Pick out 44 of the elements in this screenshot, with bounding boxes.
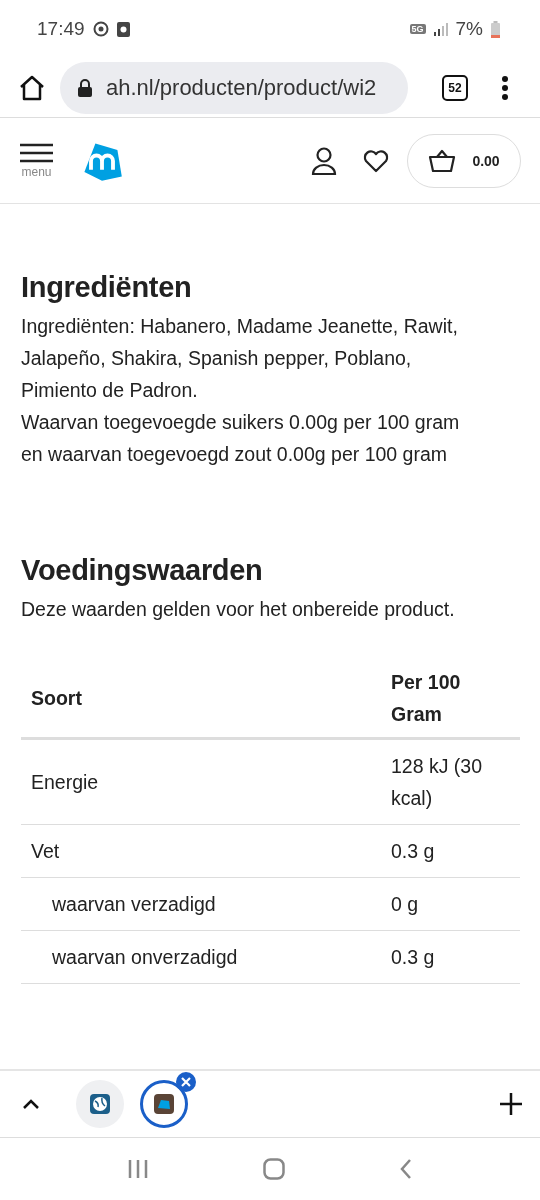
address-bar[interactable]: ah.nl/producten/product/wi2 [60,61,408,114]
globe-icon [90,1094,110,1114]
more-menu-icon[interactable] [502,75,508,100]
menu-icon [20,142,53,163]
account-icon[interactable] [311,146,337,175]
basket-icon [428,148,457,173]
column-header: Soort [31,687,82,709]
home-icon[interactable] [18,73,46,102]
new-tab-icon[interactable] [500,1093,522,1115]
favorites-icon[interactable] [363,148,389,173]
clock-time: 17:49 [37,18,85,40]
collapse-icon[interactable] [22,1098,40,1110]
intro-text: Deze waarden gelden voor het onbereide product. [21,597,456,622]
notification-icon [116,21,130,37]
ingredients-text: Waarvan toegevoegde suikers 0.00g per 100 gram en waarvan toegevoegd zout 0.00g per 100 gram [21,410,461,467]
nutrient-name: waarvan onverzadigd [52,946,238,968]
close-icon[interactable] [176,1072,196,1092]
signal-icon [433,22,448,36]
nutrient-value: 0.3 g [391,840,435,862]
home-button-icon[interactable] [263,1158,285,1180]
favicon-icon [154,1094,174,1114]
back-icon[interactable] [400,1159,413,1179]
sync-icon [92,21,109,37]
ingredients-text: Ingrediënten: Habanero, Madame Jeanette, Rawit, Jalapeño, Shakira, Spanish pepper, Poblano, Pimiento de Padron. [21,314,459,403]
nutrient-value: 128 kJ (30 kcal) [391,755,483,809]
battery-icon [491,20,500,38]
nutrient-name: Vet [31,840,60,862]
menu-button[interactable]: menu [20,142,53,179]
cart-button[interactable]: 0.00 [407,133,521,188]
url-text: ah.nl/producten/product/wi2 [106,74,377,101]
section-heading: Ingrediënten [21,271,193,304]
nutrient-value: 0 g [391,893,419,915]
tab-count-button[interactable]: 52 [442,74,468,101]
recent-apps-icon[interactable] [127,1159,148,1179]
nutrient-name: Energie [31,771,99,793]
tab-icon[interactable] [76,1080,124,1128]
column-header: Per 100 Gram [391,671,461,725]
nutrient-name: waarvan verzadigd [52,893,216,915]
lock-icon [78,78,92,97]
battery-percentage: 7% [455,18,483,40]
tab-icon[interactable] [140,1080,188,1128]
nutrient-value: 0.3 g [391,946,435,968]
section-heading: Voedingswaarden [21,554,264,587]
network-label: 5G [409,24,426,34]
